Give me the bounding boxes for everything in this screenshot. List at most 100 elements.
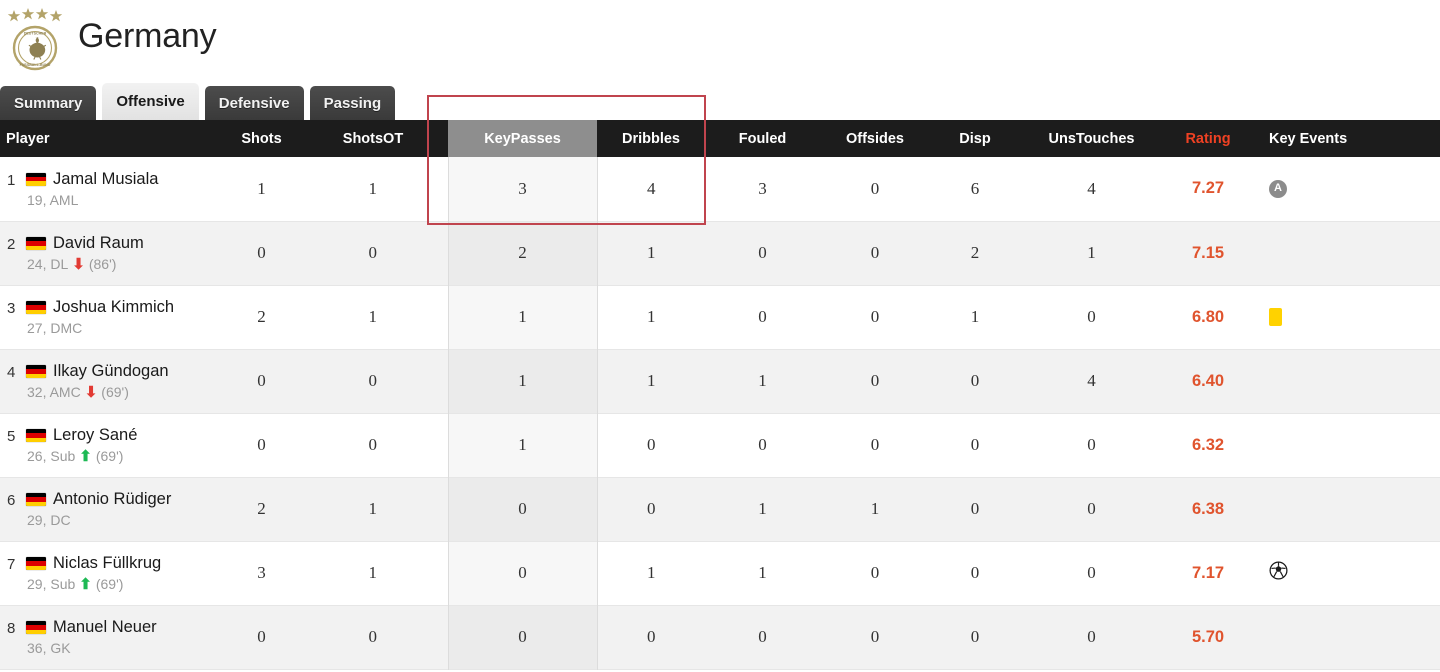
cell-disp: 0 [970,499,980,518]
cell-rating: 6.40 [1191,371,1225,390]
table-row[interactable]: 6 Antonio Rüdiger 29, DC 2 1 0 0 1 1 0 0 6.38 [0,477,1440,541]
table-row[interactable]: 2 David Raum 24, DL ⬇ (86') 0 0 2 1 0 0 2 1 7.15 [0,221,1440,285]
player-name[interactable]: David Raum [53,234,144,253]
cell-unstouches: 0 [1087,563,1096,582]
cell-dribbles: 0 [647,499,656,518]
player-name[interactable]: Antonio Rüdiger [53,490,171,509]
player-rank: 5 [7,428,16,445]
cell-fouled: 0 [758,243,767,262]
cell-disp: 6 [970,178,980,198]
tab-passing-label: Passing [323,94,382,112]
player-name[interactable]: Joshua Kimmich [53,298,174,317]
sub-on-arrow-icon: ⬆ [79,447,92,465]
germany-flag-icon [26,301,46,314]
cell-shotsot: 1 [368,307,378,326]
player-name[interactable]: Manuel Neuer [53,618,157,637]
player-age-position: 19, AML [27,191,79,208]
cell-rating: 6.32 [1191,435,1225,454]
cell-shots: 0 [257,371,266,390]
player-cell: 7 Niclas Füllkrug 29, Sub ⬆ (69') [0,541,225,605]
col-header-keyevents[interactable]: Key Events [1253,120,1440,157]
cell-offsides: 0 [870,563,880,582]
cell-key-events [1253,285,1440,349]
cell-offsides: 0 [870,243,880,262]
player-rank: 7 [7,556,16,573]
player-cell: 4 Ilkay Gündogan 32, AMC ⬇ (69') [0,349,225,413]
cell-offsides: 0 [870,307,880,326]
tab-passing[interactable]: Passing [309,86,396,120]
sub-minute: (69') [95,448,124,464]
player-cell: 8 Manuel Neuer 36, GK [0,605,225,669]
player-name[interactable]: Jamal Musiala [53,170,158,189]
col-header-shots[interactable]: Shots [225,120,298,157]
yellow-card-icon[interactable] [1269,308,1282,326]
cell-dribbles: 1 [647,563,656,582]
cell-fouled: 1 [758,371,767,390]
col-header-rating[interactable]: Rating [1163,120,1253,157]
col-header-keypasses[interactable]: KeyPasses [448,120,597,157]
cell-dribbles: 1 [647,371,656,390]
cell-keypasses: 1 [447,349,598,413]
cell-keypasses: 0 [447,605,598,669]
cell-shots: 2 [257,499,266,518]
player-rank: 1 [7,171,16,189]
player-name[interactable]: Leroy Sané [53,426,137,445]
cell-disp: 1 [970,307,980,326]
cell-rating: 6.38 [1191,499,1225,518]
cell-disp: 2 [970,243,980,262]
page-title: Germany [78,17,217,55]
tab-summary-label: Summary [14,94,83,112]
col-header-disp[interactable]: Disp [930,120,1020,157]
col-header-offsides[interactable]: Offsides [820,120,930,157]
player-rank: 2 [7,236,16,253]
col-header-dribbles[interactable]: Dribbles [597,120,705,157]
cell-keypasses: 1 [447,285,598,349]
col-header-fouled[interactable]: Fouled [705,120,820,157]
tab-summary[interactable]: Summary [0,86,97,120]
svg-text:FUSSBALL-BUND: FUSSBALL-BUND [20,63,51,67]
cell-key-events: A [1253,157,1440,221]
col-header-player[interactable]: Player [0,120,225,157]
tab-offensive[interactable]: Offensive [102,83,199,120]
goal-ball-icon[interactable] [1269,561,1288,585]
player-meta: 36, GK [26,640,157,656]
cell-fouled: 0 [758,307,767,326]
player-rank: 3 [7,300,16,317]
col-header-unstouches[interactable]: UnsTouches [1020,120,1163,157]
col-header-shotsot[interactable]: ShotsOT [298,120,448,157]
assist-badge-icon[interactable]: A [1269,179,1287,198]
player-cell: 2 David Raum 24, DL ⬇ (86') [0,221,225,285]
player-name[interactable]: Ilkay Gündogan [53,362,169,381]
cell-offsides: 1 [870,499,880,518]
sub-minute: (86') [88,256,117,272]
cell-disp: 0 [970,371,980,390]
table-row[interactable]: 1 Jamal Musiala 19, AML 1 1 3 4 3 0 6 4 7.27 A [0,157,1440,221]
tab-defensive[interactable]: Defensive [204,86,304,120]
sub-off-arrow-icon: ⬇ [84,383,98,401]
cell-shotsot: 0 [368,243,378,262]
player-cell: 3 Joshua Kimmich 27, DMC [0,285,225,349]
table-row[interactable]: 7 Niclas Füllkrug 29, Sub ⬆ (69') 3 1 0 1 1 0 0 0 7.1… [0,541,1440,605]
cell-rating: 5.70 [1191,627,1225,646]
sub-off-arrow-icon: ⬇ [72,255,85,273]
table-row[interactable]: 4 Ilkay Gündogan 32, AMC ⬇ (69') 0 0 1 1 1 0 0 4 6.40 [0,349,1440,413]
cell-shotsot: 1 [368,178,378,198]
germany-flag-icon [26,429,46,442]
player-cell: 5 Leroy Sané 26, Sub ⬆ (69') [0,413,225,477]
player-name[interactable]: Niclas Füllkrug [53,554,161,573]
table-header-row: Player Shots ShotsOT KeyPasses Dribbles … [0,120,1440,157]
germany-flag-icon [26,172,46,186]
germany-flag-icon [26,557,46,570]
tab-defensive-label: Defensive [218,94,290,112]
cell-offsides: 0 [870,435,880,454]
cell-shotsot: 1 [368,563,378,582]
table-row[interactable]: 8 Manuel Neuer 36, GK 0 0 0 0 0 0 0 0 5.70 [0,605,1440,669]
table-row[interactable]: 5 Leroy Sané 26, Sub ⬆ (69') 0 0 1 0 0 0 0 0 6.32 [0,413,1440,477]
cell-rating: 7.17 [1191,563,1225,582]
player-meta: 32, AMC ⬇ (69') [26,384,169,400]
player-cell: 6 Antonio Rüdiger 29, DC [0,477,225,541]
svg-text:DEUTSCHER: DEUTSCHER [24,31,47,35]
player-age-position: 29, DC [27,512,71,528]
cell-shots: 0 [257,435,266,454]
table-row[interactable]: 3 Joshua Kimmich 27, DMC 2 1 1 1 0 0 1 0 6.80 [0,285,1440,349]
